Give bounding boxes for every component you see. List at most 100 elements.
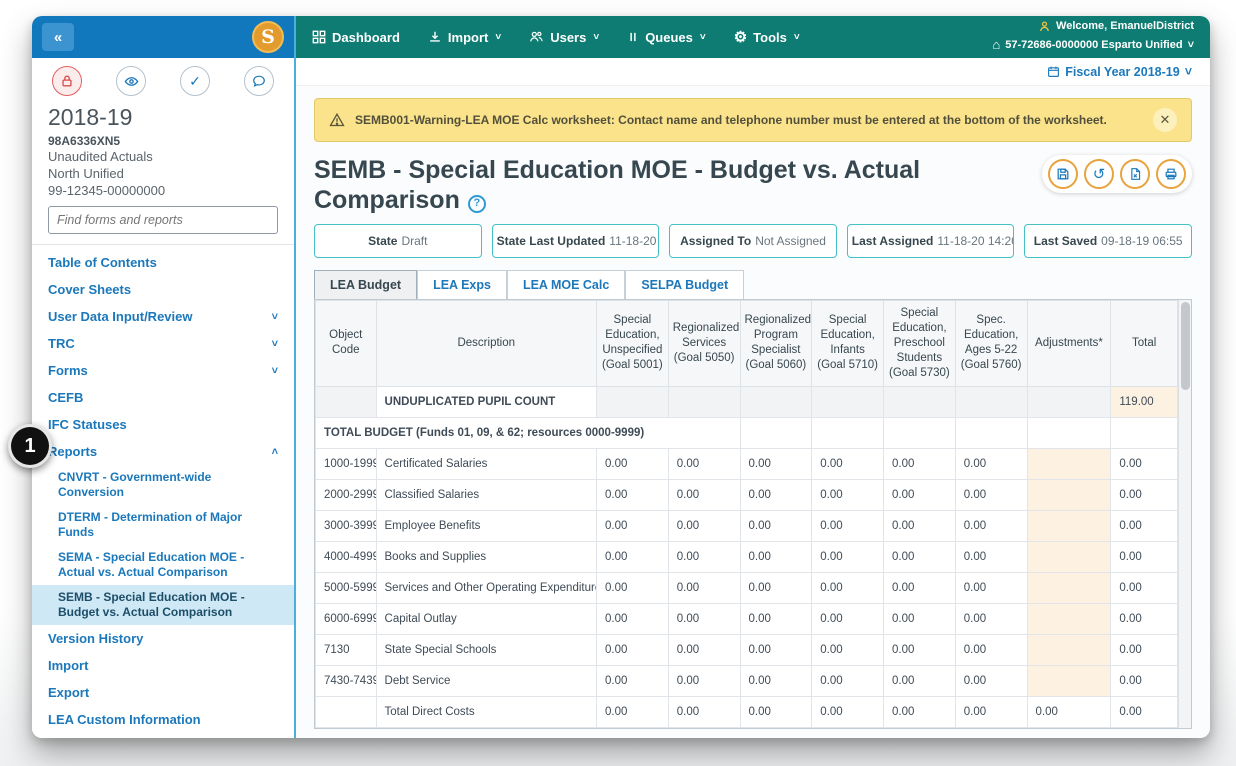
print-button[interactable]	[1156, 159, 1186, 189]
cell-goal-value: 0.00	[668, 603, 740, 634]
fiscal-year-label: Fiscal Year 2018-19	[1065, 65, 1179, 79]
sidebar-item-ifc-statuses[interactable]: IFC Statuses	[32, 411, 294, 438]
cell-goal-value: 0.00	[884, 448, 956, 479]
cell-goal-value	[812, 386, 884, 417]
column-header: Regionalized Program Specialist (Goal 50…	[740, 301, 812, 387]
sidebar-item-table-of-contents[interactable]: Table of Contents	[32, 249, 294, 276]
cell-description: Classified Salaries	[376, 479, 596, 510]
cell-goal-value: 0.00	[884, 479, 956, 510]
export-file-button[interactable]	[1120, 159, 1150, 189]
cell-adjustments[interactable]	[1027, 665, 1111, 696]
report-link-cnvrt[interactable]: CNVRT - Government-wide Conversion	[32, 465, 294, 505]
cell-goal-value: 0.00	[884, 634, 956, 665]
column-header: Object Code	[316, 301, 377, 387]
cell-adjustments[interactable]	[1027, 510, 1111, 541]
save-button[interactable]	[1048, 159, 1078, 189]
tab-selpa-budget[interactable]: SELPA Budget	[625, 270, 744, 299]
status-state-last-updated: State Last Updated11-18-20 14:20	[492, 224, 660, 258]
cell-goal-value: 0.00	[812, 479, 884, 510]
nav-users[interactable]: Users ˅	[529, 30, 599, 45]
warning-text: SEMB001-Warning-LEA MOE Calc worksheet: …	[355, 113, 1107, 127]
cell-goal-value: 0.00	[597, 665, 669, 696]
chevron-down-icon: ˅	[1188, 37, 1194, 55]
nav-dashboard[interactable]: Dashboard	[312, 30, 400, 45]
chevron-down-icon: ˅	[593, 32, 599, 43]
chat-bubble-icon[interactable]	[244, 66, 274, 96]
lea-name: North Unified	[48, 165, 278, 182]
forms-search-input[interactable]	[48, 206, 278, 234]
users-icon	[529, 30, 544, 44]
sidebar-quick-actions: ✓	[32, 58, 294, 100]
gear-icon: ⚙	[734, 28, 747, 46]
column-header: Adjustments*	[1027, 301, 1111, 387]
cell-goal-value	[955, 417, 1027, 448]
sidebar-item-export[interactable]: Export	[32, 679, 294, 706]
chevron-down-icon: ˅	[700, 32, 706, 43]
cell-adjustments[interactable]	[1027, 603, 1111, 634]
lock-icon[interactable]	[52, 66, 82, 96]
cell-goal-value: 0.00	[812, 634, 884, 665]
sidebar-item-import[interactable]: Import	[32, 652, 294, 679]
cell-goal-value: 0.00	[668, 572, 740, 603]
nav-import[interactable]: Import ˅	[428, 30, 501, 45]
chevron-up-icon: ˄	[272, 446, 278, 458]
tab-lea-exps[interactable]: LEA Exps	[417, 270, 507, 299]
cell-goal-value: 0.00	[740, 665, 812, 696]
close-icon[interactable]: ✕	[1153, 108, 1177, 132]
cell-goal-value: 0.00	[812, 541, 884, 572]
cell-description: Employee Benefits	[376, 510, 596, 541]
cell-description: Books and Supplies	[376, 541, 596, 572]
cell-object-code	[316, 696, 377, 727]
scrollbar-thumb[interactable]	[1181, 302, 1190, 390]
check-icon[interactable]: ✓	[180, 66, 210, 96]
sidebar-item-reports[interactable]: Reports˄	[32, 438, 294, 465]
cell-goal-value: 0.00	[597, 634, 669, 665]
column-header: Special Education, Unspecified (Goal 500…	[597, 301, 669, 387]
cell-description: Services and Other Operating Expenditure…	[376, 572, 596, 603]
cell-goal-value: 0.00	[597, 479, 669, 510]
table-row: 4000-4999Books and Supplies0.000.000.000…	[316, 541, 1178, 572]
cell-adjustments[interactable]	[1027, 572, 1111, 603]
cell-adjustments[interactable]	[1027, 634, 1111, 665]
table-vertical-scrollbar[interactable]	[1178, 300, 1191, 728]
tab-lea-moe-calc[interactable]: LEA MOE Calc	[507, 270, 625, 299]
report-link-sema[interactable]: SEMA - Special Education MOE - Actual vs…	[32, 545, 294, 585]
table-row: 7430-7439Debt Service0.000.000.000.000.0…	[316, 665, 1178, 696]
cell-adjustments[interactable]	[1027, 541, 1111, 572]
refresh-button[interactable]: ↺	[1084, 159, 1114, 189]
chevron-down-icon: ˅	[1185, 65, 1192, 79]
sidebar-item-cover-sheets[interactable]: Cover Sheets	[32, 276, 294, 303]
sidebar-collapse-button[interactable]: «	[42, 23, 74, 51]
sidebar-item-version-history[interactable]: Version History	[32, 625, 294, 652]
cell-adjustments[interactable]	[1027, 448, 1111, 479]
cell-total: 0.00	[1111, 696, 1178, 727]
tab-lea-budget[interactable]: LEA Budget	[314, 270, 417, 299]
account-district-switcher[interactable]: Welcome, EmanuelDistrict ⌂ 57-72686-0000…	[992, 18, 1194, 56]
status-assigned-to: Assigned ToNot Assigned	[669, 224, 837, 258]
budget-table-body: UNDUPLICATED PUPIL COUNT 119.00	[316, 386, 1178, 727]
sidebar-item-user-data-input[interactable]: User Data Input/Review˅	[32, 303, 294, 330]
cell-adjustments[interactable]	[1027, 479, 1111, 510]
sidebar-item-forms[interactable]: Forms˅	[32, 357, 294, 384]
report-link-semb-active[interactable]: SEMB - Special Education MOE - Budget vs…	[32, 585, 294, 625]
eye-icon[interactable]	[116, 66, 146, 96]
cell-adjustments: 0.00	[1027, 696, 1111, 727]
cell-description: State Special Schools	[376, 634, 596, 665]
fiscal-year-selector[interactable]: Fiscal Year 2018-19 ˅	[296, 58, 1210, 86]
cell-goal-value: 0.00	[740, 572, 812, 603]
lea-code: 99-12345-00000000	[48, 182, 278, 199]
section-label: TOTAL BUDGET (Funds 01, 09, & 62; resour…	[316, 417, 741, 448]
report-link-dterm[interactable]: DTERM - Determination of Major Funds	[32, 505, 294, 545]
nav-tools[interactable]: ⚙ Tools ˅	[734, 28, 800, 46]
sidebar-item-cefb[interactable]: CEFB	[32, 384, 294, 411]
content-area: SEMB001-Warning-LEA MOE Calc worksheet: …	[296, 86, 1210, 738]
sidebar-item-trc[interactable]: TRC˅	[32, 330, 294, 357]
floppy-icon	[1056, 167, 1070, 181]
help-icon[interactable]: ?	[468, 195, 486, 213]
nav-queues[interactable]: Queues ˅	[627, 30, 706, 45]
page-action-toolbar: ↺	[1042, 155, 1192, 193]
sidebar-item-lea-custom-information[interactable]: LEA Custom Information	[32, 706, 294, 733]
cell-total: 0.00	[1111, 572, 1178, 603]
cell-goal-value: 0.00	[668, 665, 740, 696]
chevron-down-icon: ˅	[794, 32, 800, 43]
